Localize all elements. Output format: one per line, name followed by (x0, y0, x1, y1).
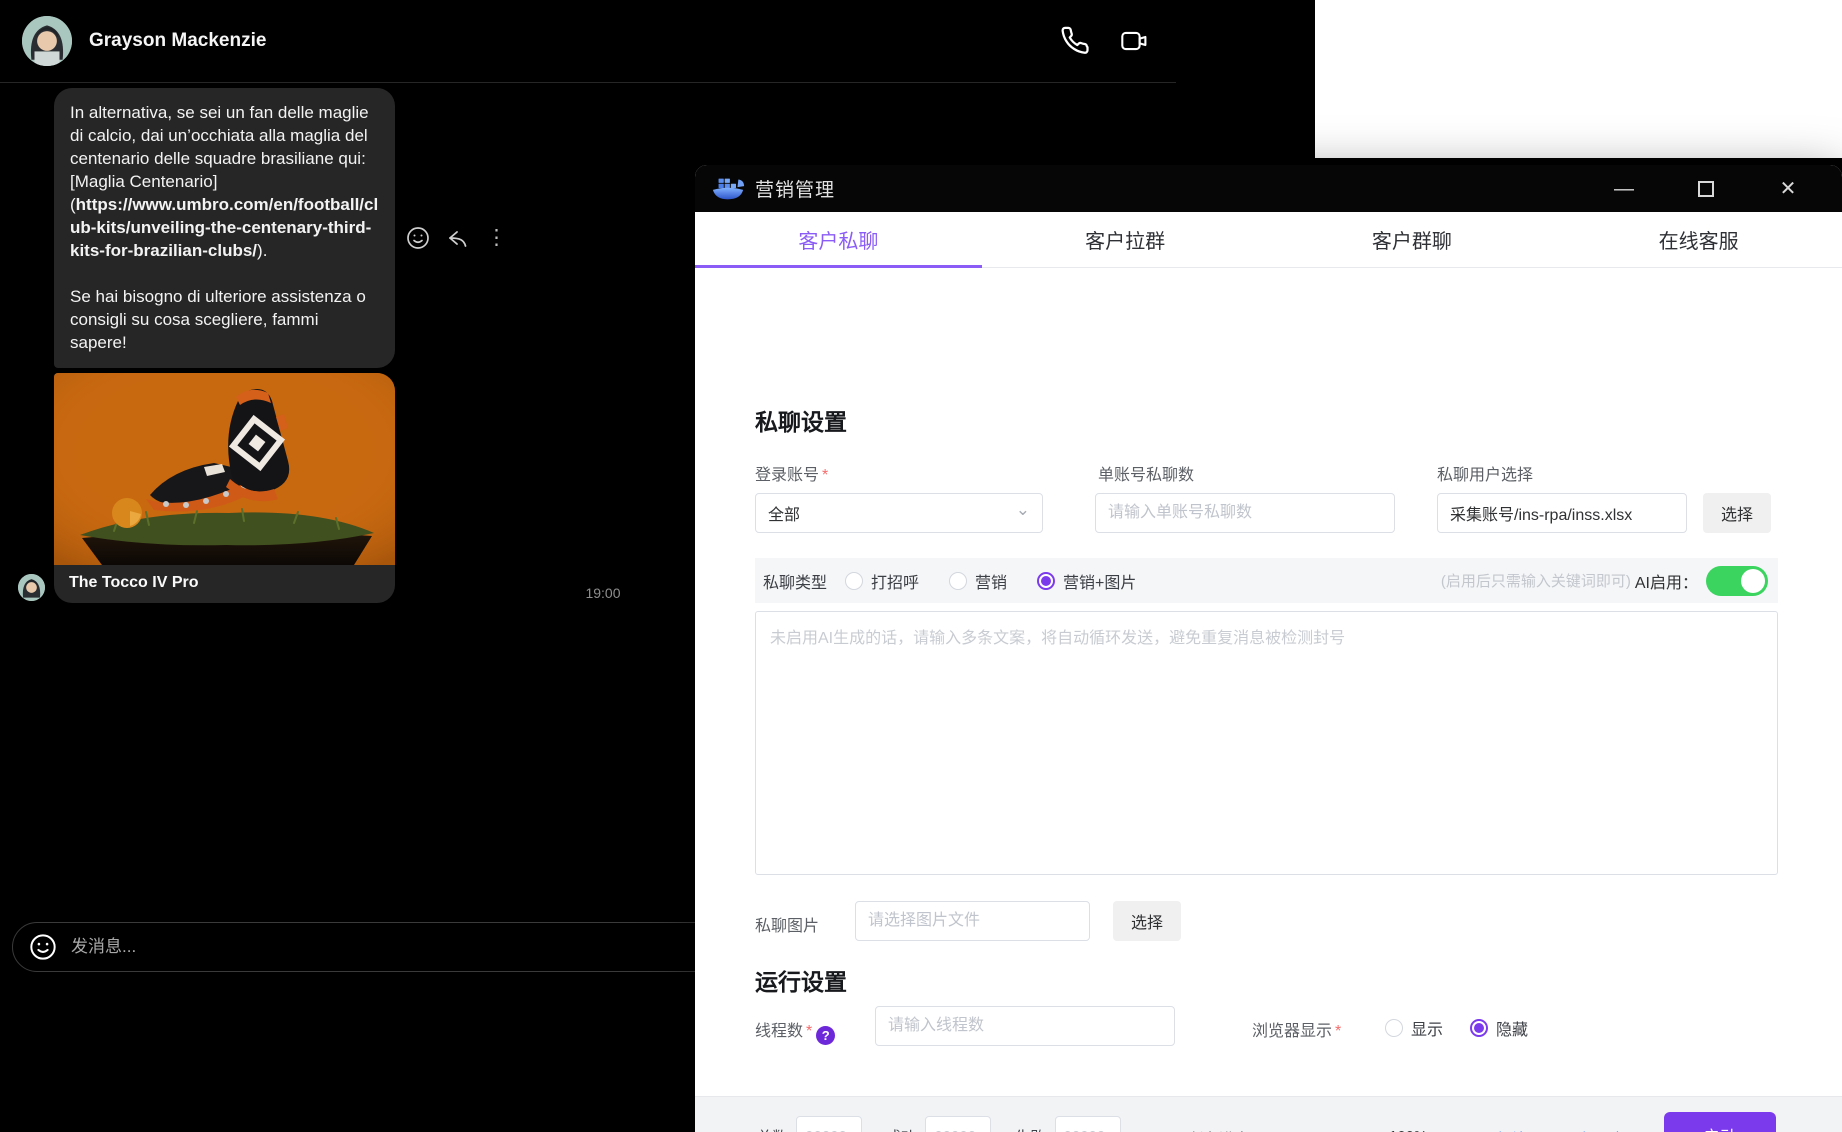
help-question-icon[interactable]: ? (816, 1026, 836, 1045)
image-file-input[interactable] (855, 901, 1090, 941)
copywriting-textarea[interactable] (755, 611, 1778, 875)
login-account-select[interactable]: 全部 ⌄ (755, 493, 1043, 533)
required-asterisk: * (806, 1023, 813, 1040)
marketing-window: 营销管理 — ✕ 客户私聊 客户拉群 客户群聊 在线客服 私聊设置 登录账号 * … (695, 165, 1842, 1132)
phone-call-icon[interactable] (1060, 26, 1090, 56)
desktop-background (1315, 0, 1842, 158)
message-link[interactable]: https://www.umbro.com/en/football/club-k… (70, 195, 378, 260)
status-footer: 总数: 成功: 失败: 任务进度: 100% 运行结果 运行日志 启动 线程: … (695, 1096, 1842, 1132)
run-results-link[interactable]: 运行结果 (1481, 1128, 1541, 1132)
ai-hint-text: (启用后只需输入关键词即可) (1440, 573, 1631, 590)
emoji-react-icon[interactable] (406, 226, 430, 250)
radio-greeting[interactable]: 打招呼 (845, 569, 919, 593)
tab-bar: 客户私聊 客户拉群 客户群聊 在线客服 (695, 212, 1842, 268)
radio-marketing[interactable]: 营销 (949, 569, 1007, 593)
required-asterisk: * (822, 467, 829, 484)
sender-avatar[interactable] (18, 574, 45, 601)
avatar[interactable] (22, 16, 72, 66)
reply-icon[interactable] (446, 226, 470, 250)
radio-selected-icon (1037, 571, 1056, 590)
section-title-run-settings: 运行设置 (755, 969, 847, 995)
close-button[interactable]: ✕ (1776, 177, 1800, 201)
message-group: In alternativa, se sei un fan delle magl… (18, 88, 507, 603)
label-login-account: 登录账号 * (755, 467, 829, 484)
tab-private-chat[interactable]: 客户私聊 (695, 212, 982, 267)
radio-circle-icon (1385, 1019, 1403, 1037)
label-chat-type: 私聊类型 (763, 574, 828, 592)
tab-pull-group[interactable]: 客户拉群 (982, 212, 1269, 267)
image-choose-button[interactable]: 选择 (1113, 901, 1181, 941)
message-paragraph-2: Se hai bisogno di ulteriore assistenza o… (70, 287, 366, 352)
message-actions: ⋮ (406, 226, 507, 250)
progress-percent: 100% (1389, 1128, 1427, 1132)
screen: Grayson Mackenzie In alternativa, se sei… (0, 0, 1842, 1132)
window-titlebar[interactable]: 营销管理 — ✕ (695, 165, 1842, 212)
contact-name: Grayson Mackenzie (89, 30, 267, 51)
video-call-icon[interactable] (1120, 26, 1150, 56)
chevron-down-icon: ⌄ (1015, 500, 1030, 519)
progress-label: 任务进度: (1189, 1128, 1253, 1132)
maximize-icon (1698, 180, 1714, 197)
chat-header: Grayson Mackenzie (0, 0, 1176, 83)
label-per-account-count: 单账号私聊数 (1098, 467, 1195, 484)
label-threads: 线程数 *? (755, 1017, 836, 1045)
per-account-count-input[interactable] (1095, 493, 1395, 533)
start-button[interactable]: 启动 (1664, 1112, 1776, 1132)
window-title: 营销管理 (755, 180, 836, 201)
label-private-chat-image: 私聊图片 (755, 918, 820, 935)
ai-enable-toggle[interactable] (1706, 565, 1768, 596)
tab-online-service[interactable]: 在线客服 (1555, 212, 1842, 267)
progress-cluster: 任务进度: 100% 运行结果 运行日志 启动 (695, 1112, 1842, 1132)
emoji-picker-icon[interactable] (29, 933, 57, 961)
radio-marketing-image[interactable]: 营销+图片 (1037, 569, 1136, 593)
message-text-end: ). (257, 241, 268, 260)
tab-group-chat[interactable]: 客户群聊 (1269, 212, 1556, 267)
radio-circle-icon (845, 571, 864, 590)
message-bubble: In alternativa, se sei un fan delle magl… (54, 88, 395, 368)
threads-input[interactable] (875, 1006, 1175, 1046)
window-body: 私聊设置 登录账号* 单账号私聊数 私聊用户选择 全部 ⌄ 选择 私聊类型 打招… (695, 268, 1842, 1132)
minimize-button[interactable]: — (1612, 177, 1636, 201)
radio-circle-icon (949, 571, 968, 590)
chat-type-strip: 私聊类型 打招呼 营销 营销+图片 (启用后只需输入关键词即可) AI启用： (755, 558, 1778, 603)
maximize-button[interactable] (1694, 177, 1718, 201)
product-caption: The Tocco IV Pro (69, 574, 199, 591)
label-browser-display: 浏览器显示 * (1252, 1023, 1342, 1040)
radio-display-hide[interactable]: 隐藏 (1470, 1016, 1528, 1040)
run-logs-link[interactable]: 运行日志 (1565, 1128, 1625, 1132)
radio-display-show[interactable]: 显示 (1385, 1016, 1443, 1040)
app-logo-whale-icon (712, 178, 745, 200)
window-controls: — ✕ (1612, 177, 1800, 201)
login-account-value: 全部 (768, 507, 801, 524)
timestamp: 19:00 (585, 585, 621, 601)
required-asterisk: * (1335, 1023, 1342, 1040)
ai-enable-label: AI启用： (1634, 574, 1698, 592)
product-image[interactable] (54, 373, 395, 565)
user-select-choose-button[interactable]: 选择 (1703, 493, 1771, 533)
label-user-select: 私聊用户选择 (1437, 467, 1534, 484)
user-select-input[interactable] (1437, 493, 1687, 533)
section-title-private-chat: 私聊设置 (755, 409, 847, 435)
more-options-icon[interactable]: ⋮ (486, 226, 507, 250)
radio-selected-icon (1470, 1019, 1488, 1037)
media-bubble[interactable]: The Tocco IV Pro (54, 373, 395, 603)
